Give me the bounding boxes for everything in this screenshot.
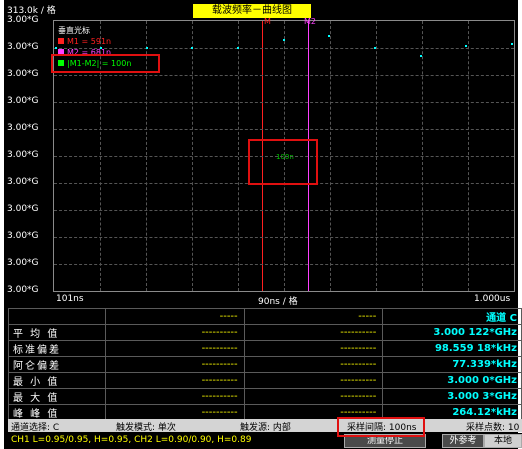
data-point — [511, 43, 513, 45]
m1-swatch-icon — [58, 38, 64, 44]
grid-line-vertical — [330, 21, 331, 291]
channel-select-status[interactable]: 通道选择: C — [11, 420, 59, 433]
stats-cell-label: 阿仑偏差 — [8, 356, 106, 373]
data-point — [145, 47, 148, 49]
y-tick-label: 3.00*G — [7, 285, 39, 295]
y-tick-label: 3.00*G — [7, 42, 39, 52]
stats-cell-label: 平 均 值 — [8, 324, 106, 341]
data-point — [55, 47, 57, 49]
annotation-box-delta — [51, 54, 160, 73]
data-point — [237, 47, 240, 49]
data-point — [191, 47, 194, 49]
grid-line-vertical — [376, 21, 377, 291]
data-point — [419, 55, 422, 57]
stats-cell-c2: ---------- — [243, 356, 384, 373]
y-tick-label: 3.00*G — [7, 69, 39, 79]
data-point — [100, 47, 103, 49]
stats-header-ch1: ----- — [105, 308, 245, 325]
y-tick-label: 3.00*G — [7, 177, 39, 187]
stats-cell-label: 最 大 值 — [8, 388, 106, 405]
stats-cell-c3: 3.000 3*GHz — [382, 388, 522, 405]
marker-m1-tag: M — [264, 17, 271, 26]
stats-cell-c1: ---------- — [105, 372, 245, 389]
stats-cell-c2: ---------- — [243, 372, 384, 389]
grid-line-horizontal — [54, 237, 514, 238]
stats-row: 最 小 值 ---------- ---------- 3.000 0*GHz — [8, 372, 522, 389]
stats-cell-c1: ---------- — [105, 388, 245, 405]
x-tick-left: 101ns — [56, 294, 84, 304]
status-bar-bottom: CH1 L=0.95/0.95, H=0.95, CH2 L=0.90/0.90… — [8, 433, 522, 448]
y-tick-label: 3.00*G — [7, 258, 39, 268]
y-tick-label: 3.00*G — [7, 123, 39, 133]
stats-cell-c2: ---------- — [243, 340, 384, 357]
statistics-table: ----- ----- 通道 C 平 均 值 ---------- --------… — [8, 308, 522, 421]
grid-line-horizontal — [54, 210, 514, 211]
stats-cell-c2: ---------- — [243, 324, 384, 341]
y-tick-label: 3.00*G — [7, 204, 39, 214]
chart-title: 载波频率－曲线图 — [193, 4, 311, 18]
data-point — [328, 35, 331, 37]
stats-cell-c3: 3.000 0*GHz — [382, 372, 522, 389]
annotation-box-sample-interval — [337, 417, 425, 437]
stats-cell-c3: 98.559 18*kHz — [382, 340, 522, 357]
data-point — [374, 47, 377, 49]
stats-row: 最 大 值 ---------- ---------- 3.000 3*GHz — [8, 388, 522, 405]
y-tick-label: 3.00*G — [7, 150, 39, 160]
stats-cell-c2: ---------- — [243, 388, 384, 405]
x-tick-right: 1.000us — [474, 294, 511, 304]
stats-header-ch2: ----- — [243, 308, 384, 325]
legend-title: 垂直光标 — [58, 26, 90, 35]
sample-points-status[interactable]: 采样点数: 10 — [466, 420, 519, 433]
marker-m2-tag: M2 — [304, 17, 316, 26]
grid-line-horizontal — [54, 264, 514, 265]
stats-row: 平 均 值 ---------- ---------- 3.000 122*GHz — [8, 324, 522, 341]
legend-item-m1: M1 = 591n — [58, 36, 131, 47]
annotation-box-plot — [248, 139, 318, 185]
data-point — [465, 45, 468, 47]
stats-cell-label: 标准偏差 — [8, 340, 106, 357]
x-axis-scale: 90ns / 格 — [258, 297, 298, 307]
stats-cell-c1: ---------- — [105, 324, 245, 341]
stats-cell-c1: ---------- — [105, 356, 245, 373]
status-bar-settings: 通道选择: C 触发模式: 单次 触发源: 内部 采样间隔: 100ns 采样点… — [8, 419, 522, 433]
stats-row: 阿仑偏差 ---------- ---------- 77.339*kHz — [8, 356, 522, 373]
stats-cell-c3: 77.339*kHz — [382, 356, 522, 373]
grid-line-vertical — [468, 21, 469, 291]
stats-row: 标准偏差 ---------- ---------- 98.559 18*kHz — [8, 340, 522, 357]
grid-line-vertical — [422, 21, 423, 291]
y-tick-label: 3.00*G — [7, 96, 39, 106]
stats-header-channel-c: 通道 C — [382, 308, 522, 325]
local-button[interactable]: 本地 — [484, 434, 522, 448]
trigger-mode-status[interactable]: 触发模式: 单次 — [116, 420, 176, 433]
threshold-info: CH1 L=0.95/0.95, H=0.95, CH2 L=0.90/0.90… — [11, 435, 252, 445]
data-point — [282, 39, 285, 41]
y-tick-label: 3.00*G — [7, 231, 39, 241]
stats-cell-c3: 3.000 122*GHz — [382, 324, 522, 341]
stats-cell-c1: ---------- — [105, 340, 245, 357]
external-reference-button[interactable]: 外参考 — [442, 434, 484, 448]
stats-cell-label: 最 小 值 — [8, 372, 106, 389]
y-tick-label: 3.00*G — [7, 15, 39, 25]
trigger-source-status[interactable]: 触发源: 内部 — [240, 420, 291, 433]
